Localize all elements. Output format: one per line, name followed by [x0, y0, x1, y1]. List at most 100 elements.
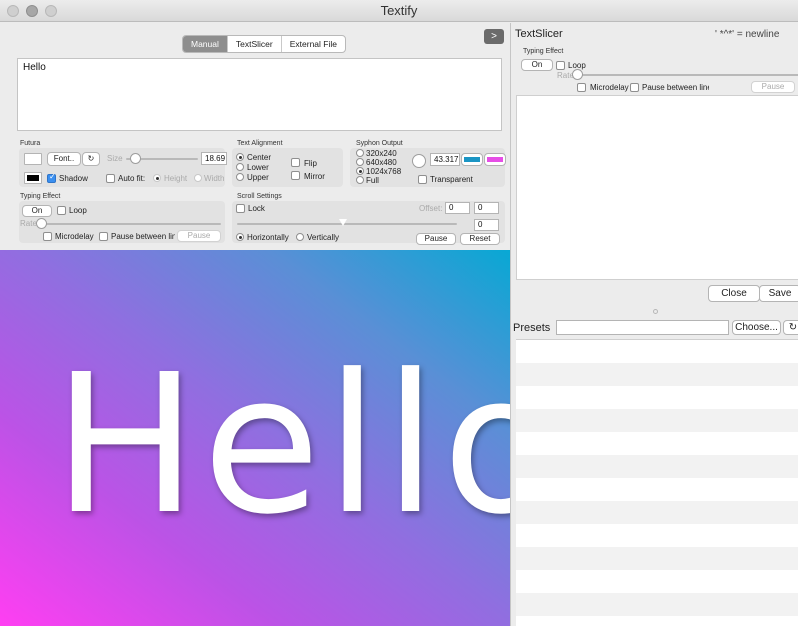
list-item[interactable]	[516, 386, 798, 409]
autofit-height-label: Height	[164, 174, 188, 183]
font-button[interactable]: Font..	[47, 152, 81, 166]
list-item[interactable]	[516, 501, 798, 524]
res-1024-radio[interactable]	[356, 167, 364, 175]
refresh-font-icon[interactable]: ↻	[82, 152, 100, 166]
shadow-checkbox[interactable]	[47, 172, 56, 183]
horizontal-label: Horizontally	[247, 233, 289, 242]
list-item[interactable]	[516, 409, 798, 432]
split-view-handle-icon[interactable]	[653, 309, 658, 314]
typing-pause-button[interactable]: Pause	[177, 230, 221, 242]
autofit-width-label: Width	[204, 174, 225, 183]
res-full-radio[interactable]	[356, 176, 364, 184]
offset-label: Offset:	[419, 204, 443, 213]
typing-loop-label: Loop	[69, 206, 87, 215]
typing-on-button[interactable]: On	[22, 205, 52, 217]
lock-checkbox[interactable]	[236, 204, 245, 213]
syphon-color-well-2[interactable]	[484, 153, 506, 166]
text-color-well[interactable]	[24, 172, 42, 184]
list-item[interactable]	[516, 570, 798, 593]
typing-loop-checkbox[interactable]	[57, 206, 66, 215]
size-slider-knob[interactable]	[130, 153, 142, 164]
transparent-label: Transparent	[430, 175, 473, 184]
list-item[interactable]	[516, 524, 798, 547]
alignment-group-label: Text Alignment	[237, 140, 283, 147]
rate-slider-knob[interactable]	[36, 218, 47, 229]
syphon-value-field[interactable]: 43.317	[430, 153, 460, 166]
scroll-value-field[interactable]: 0	[474, 219, 499, 231]
autofit-width-radio[interactable]	[194, 174, 202, 182]
list-item[interactable]	[516, 547, 798, 570]
mirror-checkbox[interactable]	[291, 171, 300, 180]
preview-text: Hello	[53, 334, 510, 557]
textslicer-list[interactable]	[516, 95, 798, 280]
textslicer-title: TextSlicer	[515, 28, 563, 40]
ts-microdelay-checkbox[interactable]	[577, 83, 586, 92]
save-button[interactable]: Save	[759, 285, 798, 302]
opacity-dial[interactable]	[412, 154, 426, 168]
offset-y-field[interactable]: 0	[474, 202, 499, 214]
mode-tabs: Manual TextSlicer External File	[182, 35, 346, 53]
alignment-group: Center Lower Upper Flip Mirror	[232, 148, 343, 187]
list-item[interactable]	[516, 616, 798, 626]
syphon-group-label: Syphon Output	[356, 140, 403, 147]
choose-button[interactable]: Choose...	[732, 320, 781, 335]
autofit-checkbox[interactable]	[106, 174, 115, 183]
ts-microdelay-label: Microdelay	[590, 83, 629, 92]
background-color-well[interactable]	[24, 153, 42, 165]
scroll-pause-button[interactable]: Pause	[416, 233, 456, 245]
ts-pause-button[interactable]: Pause	[751, 81, 795, 93]
refresh-presets-icon[interactable]: ↻	[783, 320, 798, 335]
list-item[interactable]	[516, 455, 798, 478]
ts-pause-between-checkbox[interactable]	[630, 83, 639, 92]
tab-manual[interactable]: Manual	[183, 36, 228, 52]
close-button[interactable]: Close	[708, 285, 760, 302]
vertical-radio[interactable]	[296, 233, 304, 241]
list-item[interactable]	[516, 593, 798, 616]
presets-list[interactable]	[516, 339, 798, 626]
microdelay-label: Microdelay	[55, 232, 94, 241]
scroll-reset-button[interactable]: Reset	[460, 233, 500, 245]
typing-group-label: Typing Effect	[20, 193, 61, 200]
scroll-slider[interactable]	[237, 223, 457, 225]
syphon-color-well-1[interactable]	[461, 153, 483, 166]
mirror-label: Mirror	[304, 172, 325, 181]
autofit-height-radio[interactable]	[153, 174, 161, 182]
list-item[interactable]	[516, 340, 798, 363]
size-field[interactable]: 18.69	[201, 152, 227, 165]
lock-label: Lock	[248, 204, 265, 213]
scroll-slider-knob[interactable]	[338, 219, 347, 226]
align-center-radio[interactable]	[236, 153, 244, 161]
horizontal-radio[interactable]	[236, 233, 244, 241]
tab-textslicer[interactable]: TextSlicer	[228, 36, 282, 52]
text-input[interactable]: Hello	[17, 58, 502, 131]
textslicer-panel: TextSlicer ' *^*' = newline Typing Effec…	[510, 23, 798, 626]
rate-slider[interactable]	[41, 223, 221, 225]
res-320-label: 320x240	[366, 149, 397, 158]
ts-rate-knob[interactable]	[572, 69, 583, 80]
newline-hint: ' *^*' = newline	[715, 29, 780, 40]
res-1024-label: 1024x768	[366, 167, 402, 176]
pause-between-checkbox[interactable]	[99, 232, 108, 241]
res-640-radio[interactable]	[356, 158, 364, 166]
tab-external-file[interactable]: External File	[282, 36, 345, 52]
ts-rate-slider[interactable]	[577, 74, 798, 76]
transparent-checkbox[interactable]	[418, 175, 427, 184]
offset-x-field[interactable]: 0	[445, 202, 470, 214]
res-320-radio[interactable]	[356, 149, 364, 157]
flip-checkbox[interactable]	[291, 158, 300, 167]
ts-on-button[interactable]: On	[521, 59, 553, 71]
list-item[interactable]	[516, 478, 798, 501]
toggle-sidebar-button[interactable]: >	[484, 29, 504, 44]
align-upper-radio[interactable]	[236, 173, 244, 181]
align-lower-radio[interactable]	[236, 163, 244, 171]
font-group-label: Futura	[20, 140, 41, 147]
microdelay-checkbox[interactable]	[43, 232, 52, 241]
presets-field[interactable]	[556, 320, 729, 335]
scroll-group: Lock Offset: 0 0 0 Horizontally Vertical…	[232, 201, 505, 245]
app-window: Textify Manual TextSlicer External File …	[0, 0, 798, 626]
syphon-group: 320x240 640x480 1024x768 Full 43.317 Tra…	[350, 148, 506, 187]
list-item[interactable]	[516, 432, 798, 455]
typing-group: On Loop Rate Microdelay Pause between li…	[19, 201, 225, 243]
ts-loop-checkbox[interactable]	[556, 61, 565, 70]
list-item[interactable]	[516, 363, 798, 386]
